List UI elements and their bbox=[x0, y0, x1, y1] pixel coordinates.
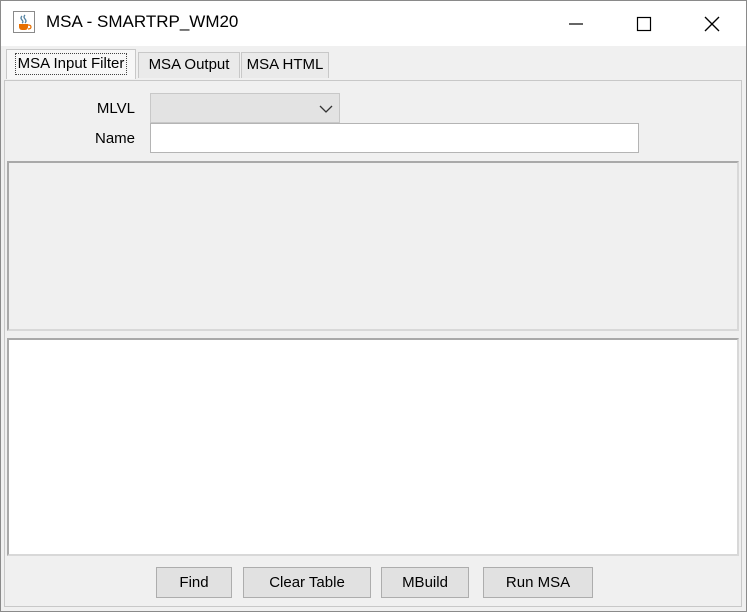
close-button[interactable] bbox=[678, 1, 746, 46]
name-label: Name bbox=[94, 130, 135, 147]
title-bar[interactable]: MSA - SMARTRP_WM20 bbox=[1, 1, 746, 46]
run-msa-button[interactable]: Run MSA bbox=[483, 567, 593, 598]
name-input[interactable] bbox=[150, 123, 639, 153]
chevron-down-icon bbox=[319, 105, 333, 113]
mlvl-dropdown[interactable] bbox=[150, 93, 340, 123]
maximize-icon bbox=[636, 16, 652, 32]
clear-table-button[interactable]: Clear Table bbox=[243, 567, 371, 598]
tab-label: MSA HTML bbox=[246, 56, 324, 73]
java-cup-icon bbox=[13, 11, 35, 33]
mlvl-label: MLVL bbox=[96, 100, 135, 117]
tab-label: MSA Input Filter bbox=[14, 53, 128, 75]
window-title: MSA - SMARTRP_WM20 bbox=[46, 12, 239, 31]
tab-msa-output[interactable]: MSA Output bbox=[138, 52, 240, 78]
maximize-button[interactable] bbox=[610, 1, 678, 46]
find-button[interactable]: Find bbox=[156, 567, 232, 598]
minimize-button[interactable] bbox=[542, 1, 610, 46]
filter-options-area bbox=[7, 161, 739, 331]
input-filter-panel: MLVL Name Find Clear Table MBuild Run MS… bbox=[4, 80, 742, 607]
tab-msa-html[interactable]: MSA HTML bbox=[241, 52, 329, 78]
close-icon bbox=[704, 16, 720, 32]
results-table[interactable] bbox=[7, 338, 739, 556]
tab-label: MSA Output bbox=[148, 56, 230, 73]
tab-msa-input-filter[interactable]: MSA Input Filter bbox=[6, 49, 136, 79]
msa-window: MSA - SMARTRP_WM20 MSA Input Filter MSA … bbox=[0, 0, 747, 612]
minimize-icon bbox=[569, 23, 583, 25]
tab-strip: MSA Input Filter MSA Output MSA HTML bbox=[1, 46, 746, 80]
mbuild-button[interactable]: MBuild bbox=[381, 567, 469, 598]
